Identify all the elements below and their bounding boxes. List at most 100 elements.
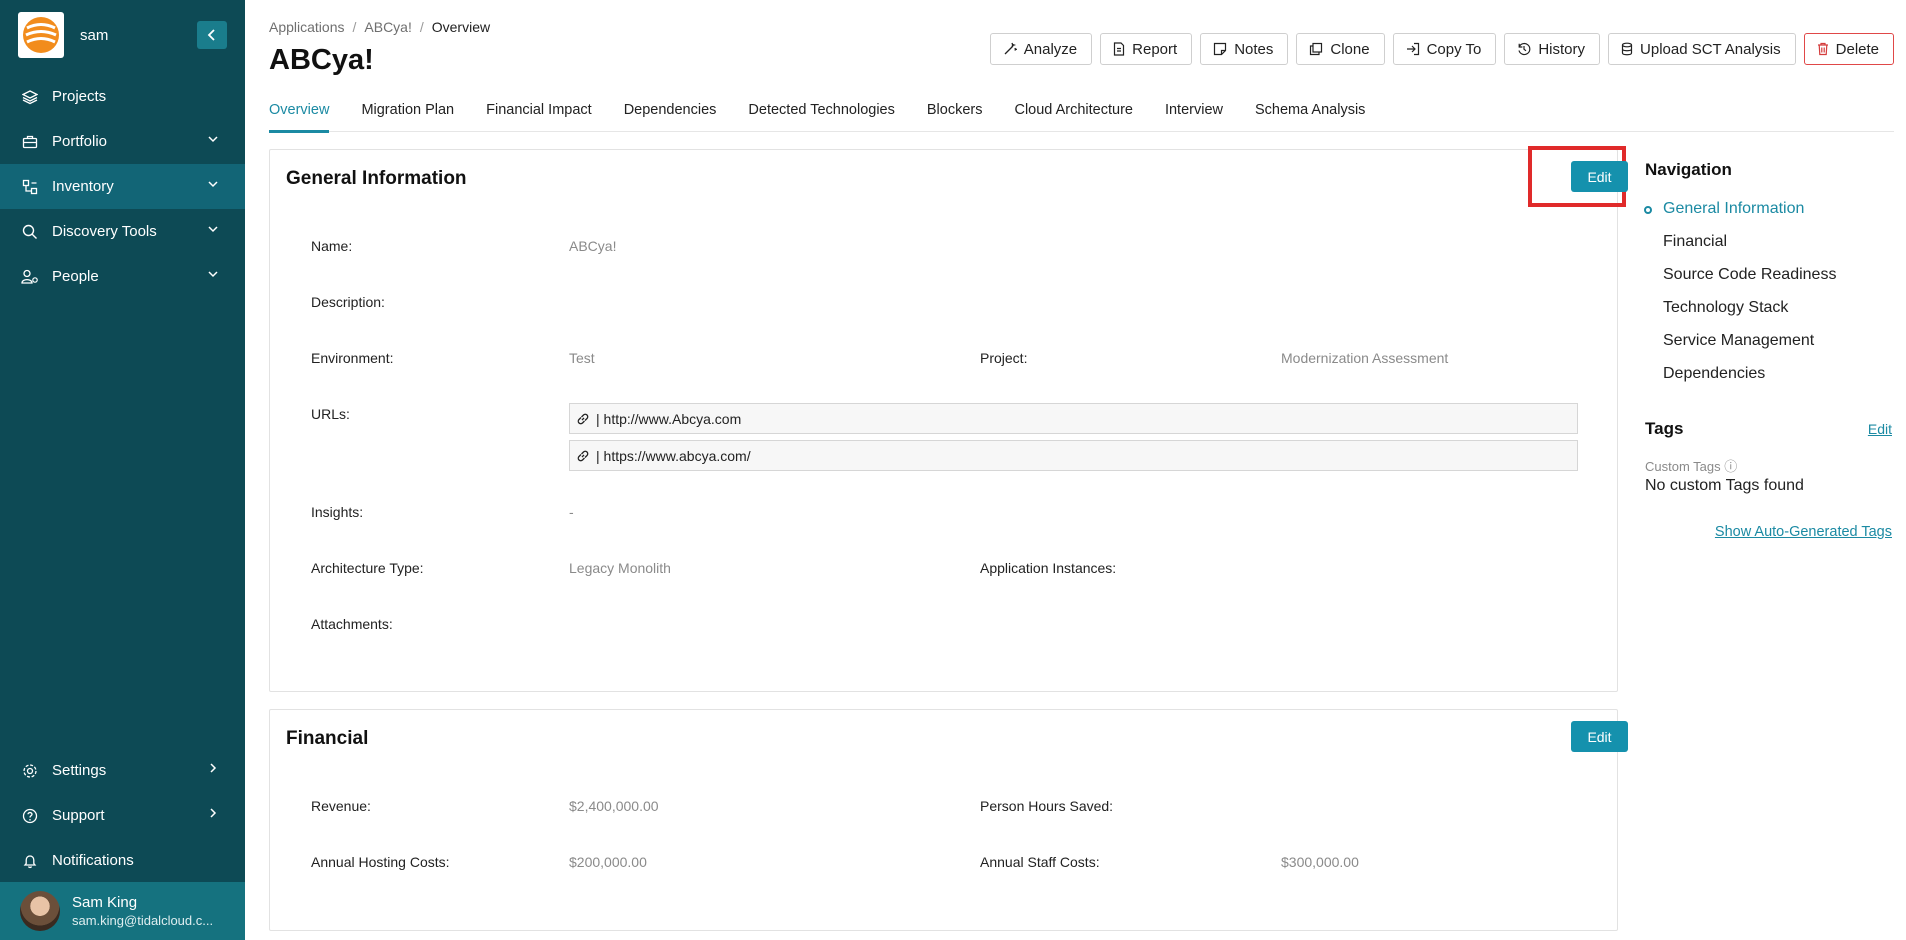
app-logo[interactable] (18, 12, 64, 58)
sidebar-item-people[interactable]: People (0, 254, 245, 299)
report-label: Report (1132, 40, 1178, 58)
sidebar-item-label: People (52, 268, 99, 285)
trash-icon (1817, 42, 1829, 56)
revenue-label: Revenue: (311, 798, 371, 814)
nav-link-financial[interactable]: Financial (1645, 233, 1895, 266)
environment-label: Environment: (311, 350, 394, 366)
project-label: Project: (980, 350, 1028, 366)
sidebar-item-discovery-tools[interactable]: Discovery Tools (0, 209, 245, 254)
show-auto-generated-tags-link[interactable]: Show Auto-Generated Tags (1715, 524, 1892, 540)
history-icon (1517, 42, 1531, 56)
architecture-type-value: Legacy Monolith (569, 560, 671, 576)
sign-in-icon (1406, 42, 1420, 56)
collapse-sidebar-button[interactable] (197, 21, 227, 49)
tab-overview[interactable]: Overview (269, 100, 330, 133)
user-email: sam.king@tidalcloud.c... (72, 913, 214, 928)
edit-tags-link[interactable]: Edit (1868, 421, 1892, 437)
people-icon (20, 267, 40, 287)
delete-button[interactable]: Delete (1803, 33, 1894, 65)
help-icon (20, 806, 40, 826)
tags-title: Tags (1645, 419, 1684, 438)
link-icon (576, 449, 590, 463)
insights-label: Insights: (311, 504, 364, 520)
chevron-down-icon (208, 226, 218, 233)
notes-button[interactable]: Notes (1200, 33, 1289, 65)
clone-button[interactable]: Clone (1296, 33, 1385, 65)
bell-icon (20, 851, 40, 871)
navigation-list: General Information Financial Source Cod… (1644, 200, 1895, 398)
toolbar: Analyze Report Notes Clone Copy To Histo… (989, 33, 1894, 65)
urls-label: URLs: (311, 406, 350, 422)
breadcrumb-app[interactable]: ABCya! (364, 19, 411, 35)
link-icon (576, 412, 590, 426)
tab-detected-technologies[interactable]: Detected Technologies (748, 100, 894, 132)
tab-financial-impact[interactable]: Financial Impact (486, 100, 592, 132)
sidebar-item-label: Discovery Tools (52, 223, 157, 240)
sidebar-item-projects[interactable]: Projects (0, 74, 245, 119)
sidebar-item-label: Inventory (52, 178, 114, 195)
url-text[interactable]: | https://www.abcya.com/ (596, 448, 751, 464)
analyze-label: Analyze (1023, 40, 1078, 58)
description-label: Description: (311, 294, 385, 310)
search-icon (20, 222, 40, 242)
insights-value: - (569, 504, 574, 520)
history-label: History (1538, 40, 1586, 58)
active-indicator-icon (1644, 206, 1652, 214)
copy-icon (1309, 42, 1323, 56)
page-title: ABCya! (269, 44, 374, 76)
person-hours-label: Person Hours Saved: (980, 798, 1114, 814)
sidebar-item-support[interactable]: Support (0, 793, 245, 838)
edit-general-button[interactable]: Edit (1571, 161, 1628, 192)
sidebar-item-label: Support (52, 807, 105, 824)
project-value: Modernization Assessment (1281, 350, 1449, 366)
breadcrumb-applications[interactable]: Applications (269, 19, 345, 35)
nav-link-source-code-readiness[interactable]: Source Code Readiness (1645, 266, 1895, 299)
analyze-button[interactable]: Analyze (989, 33, 1093, 65)
name-label: Name: (311, 238, 353, 254)
history-button[interactable]: History (1504, 33, 1601, 65)
nav-link-dependencies[interactable]: Dependencies (1645, 365, 1895, 398)
page-navigation: Navigation General Information Financial… (1644, 160, 1895, 398)
navigation-title: Navigation (1645, 160, 1732, 179)
tab-dependencies[interactable]: Dependencies (624, 100, 717, 132)
card-title: Financial (286, 728, 369, 749)
sidebar-item-label: Notifications (52, 852, 134, 869)
environment-value: Test (569, 350, 595, 366)
user-profile[interactable]: Sam King sam.king@tidalcloud.c... (0, 882, 245, 940)
nav-link-general-information[interactable]: General Information (1644, 200, 1895, 233)
tab-blockers[interactable]: Blockers (927, 100, 983, 132)
upload-sct-button[interactable]: Upload SCT Analysis (1608, 33, 1796, 65)
sidebar-username: sam (80, 26, 109, 44)
url-field[interactable]: | https://www.abcya.com/ (569, 440, 1578, 471)
chevron-left-icon (207, 29, 215, 41)
tab-schema-analysis[interactable]: Schema Analysis (1255, 100, 1365, 132)
tab-interview[interactable]: Interview (1165, 100, 1223, 132)
sidebar-item-portfolio[interactable]: Portfolio (0, 119, 245, 164)
edit-financial-button[interactable]: Edit (1571, 721, 1628, 752)
url-text[interactable]: | http://www.Abcya.com (596, 411, 741, 427)
chevron-right-icon (210, 808, 217, 818)
nav-link-technology-stack[interactable]: Technology Stack (1645, 299, 1895, 332)
url-field[interactable]: | http://www.Abcya.com (569, 403, 1578, 434)
avatar (20, 891, 60, 931)
tab-migration-plan[interactable]: Migration Plan (361, 100, 454, 132)
chevron-down-icon (208, 271, 218, 278)
delete-label: Delete (1835, 40, 1879, 58)
sidebar: sam Projects Portfolio Inventory Discove… (0, 0, 245, 940)
sidebar-item-notifications[interactable]: Notifications (0, 838, 245, 883)
breadcrumb-current: Overview (431, 19, 491, 35)
revenue-value: $2,400,000.00 (569, 798, 659, 814)
financial-card: Financial Edit Revenue: $2,400,000.00 Pe… (269, 709, 1628, 931)
clone-label: Clone (1330, 40, 1370, 58)
nav-link-service-management[interactable]: Service Management (1645, 332, 1895, 365)
inventory-icon (20, 177, 40, 197)
sidebar-item-settings[interactable]: Settings (0, 748, 245, 793)
report-button[interactable]: Report (1100, 33, 1193, 65)
briefcase-icon (20, 132, 40, 152)
copy-to-label: Copy To (1426, 40, 1482, 58)
tab-cloud-architecture[interactable]: Cloud Architecture (1014, 100, 1132, 132)
copy-to-button[interactable]: Copy To (1392, 33, 1497, 65)
document-icon (1113, 42, 1125, 56)
magic-wand-icon (1003, 42, 1017, 56)
sidebar-item-inventory[interactable]: Inventory (0, 164, 245, 209)
